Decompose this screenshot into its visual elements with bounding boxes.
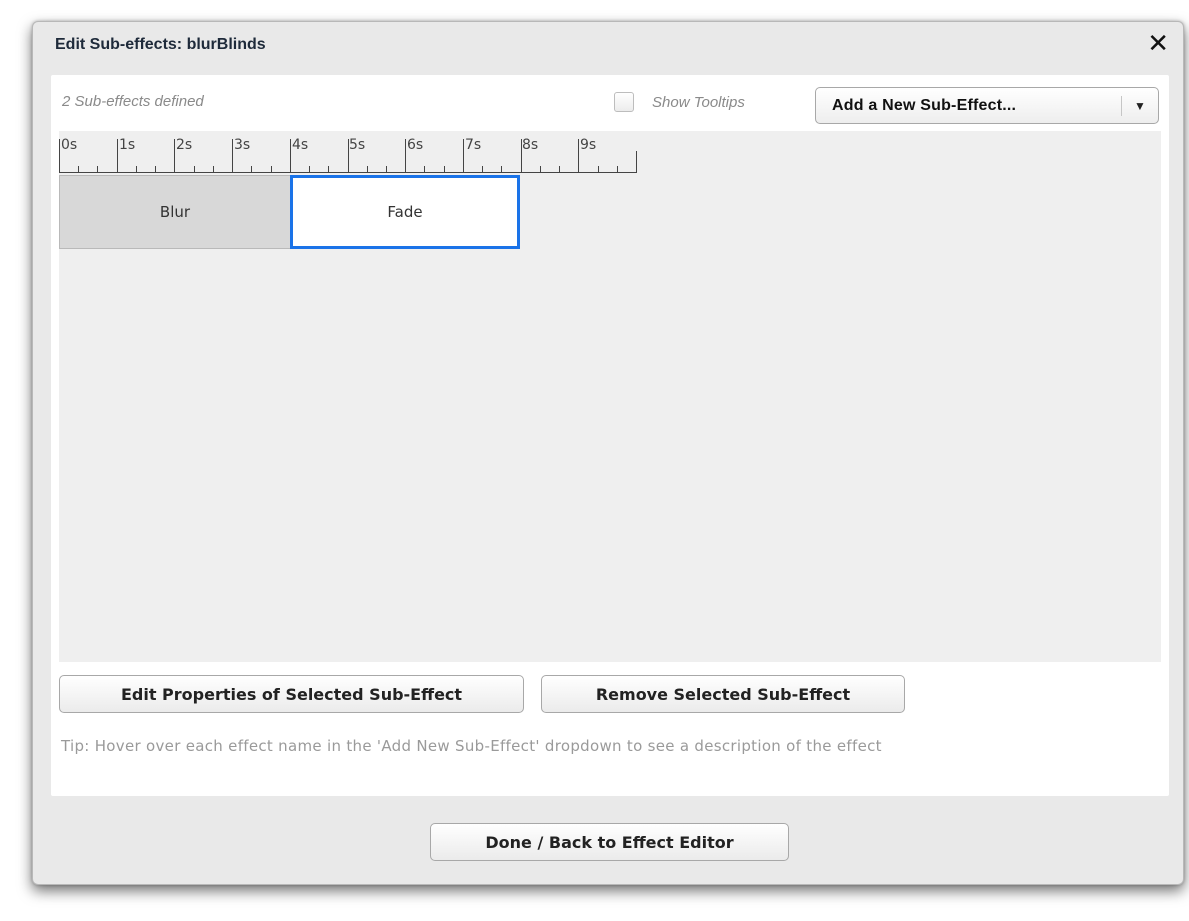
ruler-label: 9s xyxy=(580,137,597,153)
show-tooltips-toggle[interactable]: Show Tooltips xyxy=(614,92,745,112)
ruler-label: 2s xyxy=(176,137,193,153)
add-subeffect-label[interactable]: Add a New Sub-Effect... xyxy=(816,97,1121,115)
ruler-label: 0s xyxy=(61,137,78,153)
ruler-label: 6s xyxy=(407,137,424,153)
dialog-title: Edit Sub-effects: blurBlinds xyxy=(55,36,266,53)
ruler-label: 4s xyxy=(292,137,309,153)
edit-subeffects-dialog: Edit Sub-effects: blurBlinds ✕ 2 Sub-eff… xyxy=(32,21,1184,885)
tip-text: Tip: Hover over each effect name in the … xyxy=(61,737,882,755)
ruler-label: 3s xyxy=(234,137,251,153)
checkbox-icon[interactable] xyxy=(614,92,634,112)
done-back-button[interactable]: Done / Back to Effect Editor xyxy=(430,823,789,861)
ruler-label: 1s xyxy=(119,137,136,153)
edit-properties-button[interactable]: Edit Properties of Selected Sub-Effect xyxy=(59,675,524,713)
ruler-label: 7s xyxy=(465,137,482,153)
remove-subeffect-button[interactable]: Remove Selected Sub-Effect xyxy=(541,675,905,713)
add-subeffect-dropdown[interactable]: Add a New Sub-Effect... ▼ xyxy=(815,87,1159,124)
timeline-area[interactable]: 0s 1s 2s 3s 4s 5s 6s 7s 8s 9s Blur Fade xyxy=(59,131,1161,662)
subeffect-clip-blur[interactable]: Blur xyxy=(59,175,291,249)
chevron-down-icon[interactable]: ▼ xyxy=(1122,99,1158,113)
ruler-label: 5s xyxy=(349,137,366,153)
time-ruler: 0s 1s 2s 3s 4s 5s 6s 7s 8s 9s xyxy=(59,131,639,173)
close-icon[interactable]: ✕ xyxy=(1147,30,1169,56)
ruler-label: 8s xyxy=(522,137,539,153)
subeffect-clip-fade[interactable]: Fade xyxy=(290,175,520,249)
subeffects-count: 2 Sub-effects defined xyxy=(62,93,204,110)
show-tooltips-label[interactable]: Show Tooltips xyxy=(652,94,745,111)
subeffects-panel: 2 Sub-effects defined Show Tooltips Add … xyxy=(51,75,1169,796)
